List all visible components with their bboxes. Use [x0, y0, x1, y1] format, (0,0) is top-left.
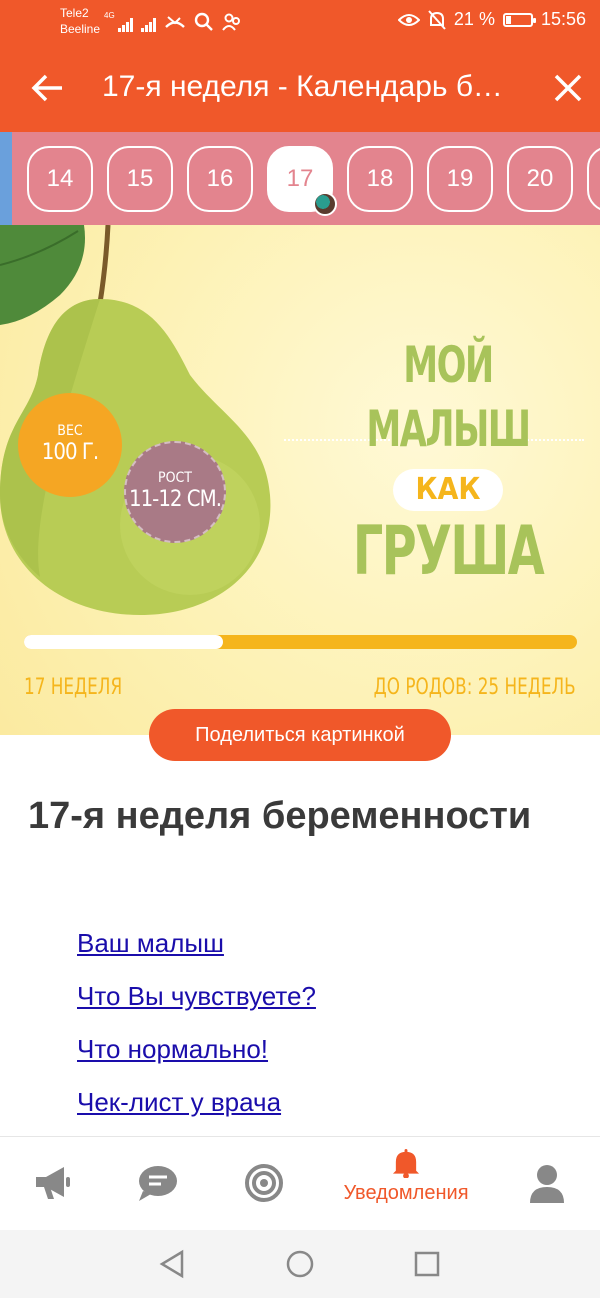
status-bar: Tele2 Beeline 4G 21 % 15:56	[0, 0, 600, 44]
headline: МОЙ МАЛЫШ КАК ГРУША	[318, 333, 578, 593]
battery-level	[505, 15, 512, 24]
height-badge: РОСТ 11-12 СМ.	[124, 441, 226, 543]
table-of-contents: Ваш малыш Что Вы чувствуете? Что нормаль…	[77, 926, 316, 1138]
avatar	[313, 192, 337, 216]
week-chip-19[interactable]: 19	[427, 146, 493, 212]
arrow-left-icon	[31, 74, 62, 102]
close-icon	[554, 74, 582, 102]
article-title: 17-я неделя беременности	[28, 795, 532, 837]
headline-line-1: МОЙ МАЛЫШ	[366, 336, 531, 458]
week-chip-17[interactable]: 17	[267, 146, 337, 216]
week-selector: 14 15 16 17 18 19 20	[0, 132, 600, 225]
week-chip-label: 17	[286, 165, 314, 192]
battery-percent: 21 %	[453, 9, 495, 29]
back-button[interactable]	[28, 70, 68, 106]
current-week-label: 17 НЕДЕЛЯ	[24, 675, 123, 700]
status-right: 21 % 15:56	[397, 9, 586, 30]
week-chip-16[interactable]: 16	[187, 146, 253, 212]
target-icon	[245, 1164, 283, 1202]
week-chip-15[interactable]: 15	[107, 146, 173, 212]
back-triangle-icon[interactable]	[158, 1249, 186, 1279]
nav-item-messages[interactable]	[137, 1163, 179, 1219]
list-item: Что Вы чувствуете?	[77, 979, 316, 1032]
clock: 15:56	[540, 9, 586, 29]
toc-link-feelings[interactable]: Что Вы чувствуете?	[77, 981, 316, 1011]
list-item: Что нормально!	[77, 1032, 316, 1085]
chat-icon	[139, 1166, 177, 1201]
profile-icon	[530, 1165, 564, 1203]
toc-link-checklist[interactable]: Чек-лист у врача	[77, 1087, 281, 1117]
week-chip-20[interactable]: 20	[507, 146, 573, 212]
recents-square-icon[interactable]	[413, 1250, 441, 1278]
height-value: 11-12 СМ.	[129, 487, 222, 512]
nav-item-notifications[interactable]: Уведомления	[330, 1149, 482, 1205]
search-icon	[194, 12, 213, 31]
system-navigation-bar	[0, 1230, 600, 1298]
pregnancy-progress	[24, 635, 577, 649]
weeks-left-label: ДО РОДОВ: 25 НЕДЕЛЬ	[373, 675, 576, 700]
week-chip-next[interactable]	[587, 146, 600, 212]
week-chip-14[interactable]: 14	[27, 146, 93, 212]
week-strip-edge	[0, 132, 12, 225]
week-chip-18[interactable]: 18	[347, 146, 413, 212]
nav-item-news[interactable]	[32, 1163, 74, 1219]
page-title: 17-я неделя - Календарь беременности	[102, 70, 512, 103]
weight-value: 100 Г.	[41, 440, 99, 465]
people-icon	[222, 13, 240, 31]
weight-badge: ВЕС 100 Г.	[18, 393, 122, 497]
app-bar: 17-я неделя - Календарь беременности	[0, 44, 600, 132]
signal-icon	[118, 16, 133, 32]
bottom-navigation: Уведомления	[0, 1136, 600, 1230]
progress-fill	[24, 635, 224, 649]
home-circle-icon[interactable]	[285, 1249, 315, 1279]
nav-item-goals[interactable]	[244, 1163, 284, 1219]
list-item: Чек-лист у врача	[77, 1085, 316, 1138]
list-item: Ваш малыш	[77, 926, 316, 979]
close-button[interactable]	[550, 70, 586, 106]
carrier-info: Tele2 Beeline	[60, 5, 100, 37]
toc-link-normal[interactable]: Что нормально!	[77, 1034, 268, 1064]
mute-bell-icon	[428, 9, 446, 30]
carrier-1: Tele2	[60, 6, 89, 20]
headline-line-3: ГРУША	[352, 512, 545, 591]
network-type: 4G	[104, 11, 115, 20]
missed-call-icon	[165, 16, 185, 28]
nav-label-notifications: Уведомления	[343, 1182, 469, 1204]
megaphone-icon	[36, 1167, 70, 1199]
height-label: РОСТ	[158, 470, 192, 486]
nav-item-profile[interactable]	[528, 1163, 566, 1219]
status-icons	[118, 12, 242, 32]
share-image-button[interactable]: Поделиться картинкой	[149, 709, 451, 761]
week-illustration: ВЕС 100 Г. РОСТ 11-12 СМ. МОЙ МАЛЫШ КАК …	[0, 225, 600, 735]
bell-icon	[392, 1149, 420, 1178]
signal-icon-2	[141, 16, 156, 32]
toc-link-baby[interactable]: Ваш малыш	[77, 928, 224, 958]
eye-icon	[397, 13, 420, 26]
battery-icon	[502, 12, 536, 27]
carrier-2: Beeline	[60, 22, 101, 36]
headline-line-2: КАК	[393, 469, 503, 511]
weight-label: ВЕС	[57, 423, 83, 439]
